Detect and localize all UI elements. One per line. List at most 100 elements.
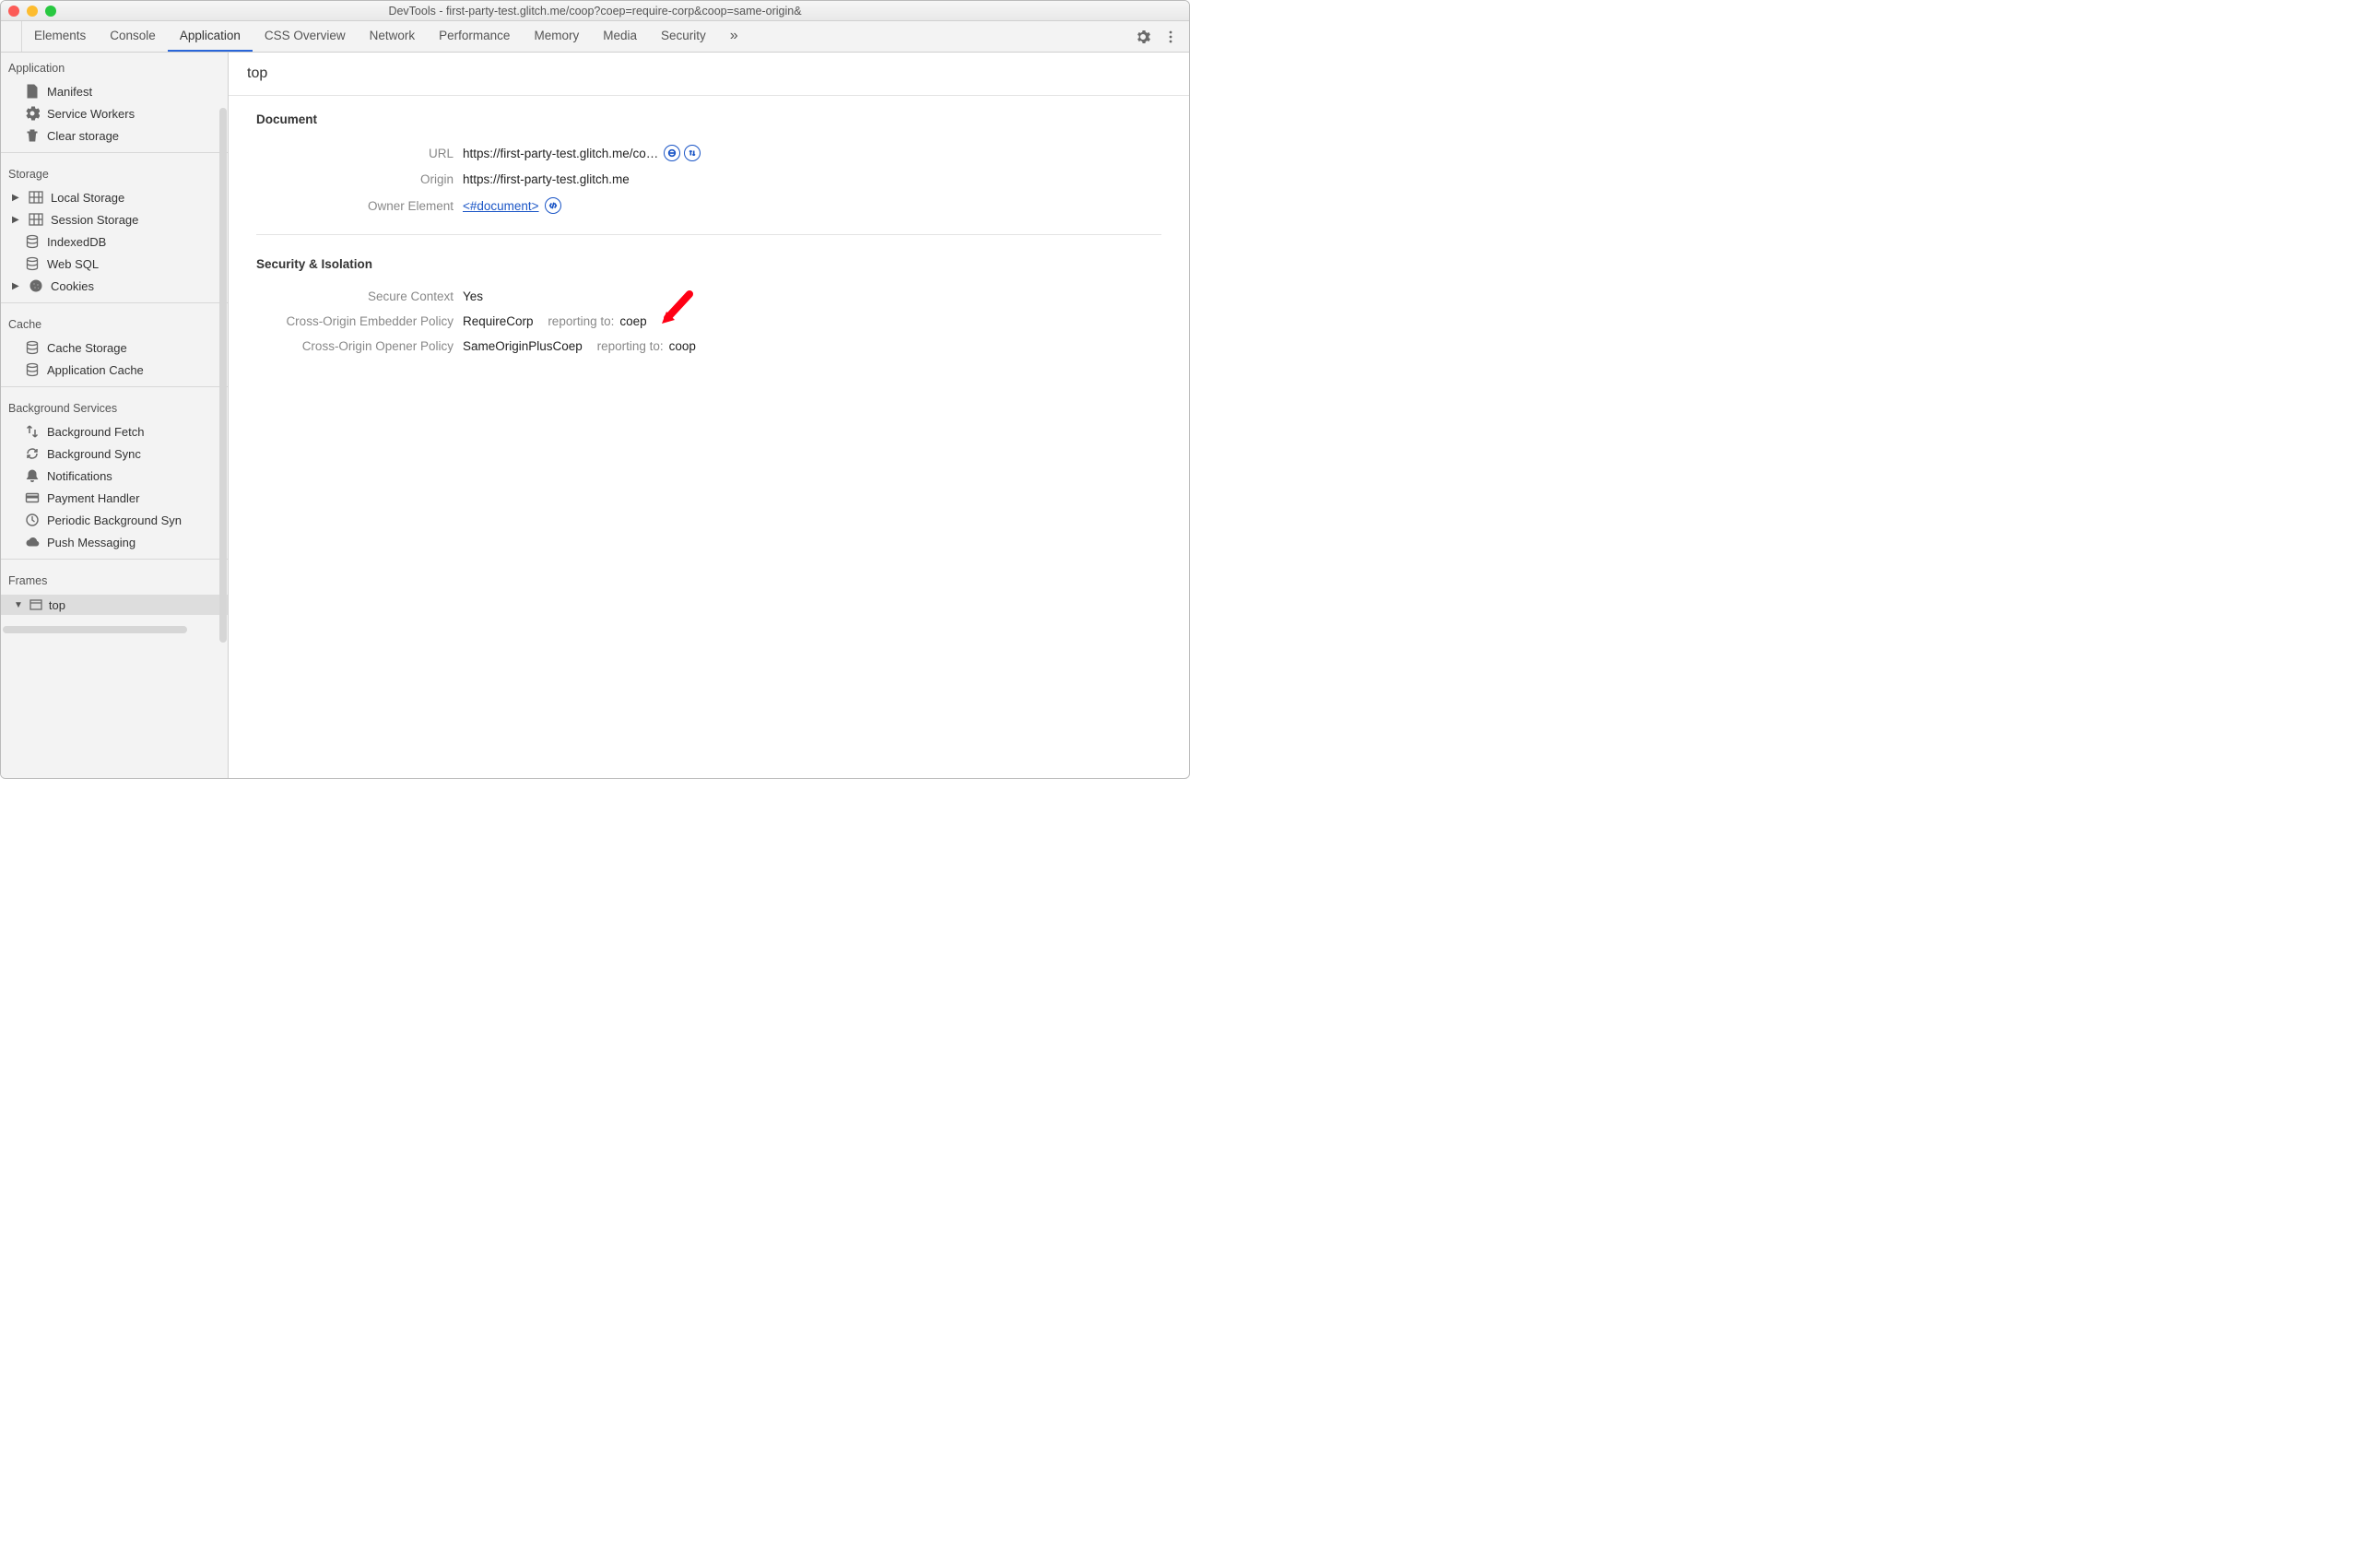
label-origin: Origin <box>256 172 454 186</box>
section-document: Document URL https://first-party-test.gl… <box>229 96 1189 229</box>
section-title-security: Security & Isolation <box>256 257 1161 271</box>
database-icon <box>25 256 40 271</box>
settings-button[interactable] <box>1136 30 1150 44</box>
sidebar-item-manifest[interactable]: Manifest <box>1 80 228 102</box>
label-coep: Cross-Origin Embedder Policy <box>256 314 454 328</box>
close-window-button[interactable] <box>8 6 19 17</box>
sidebar-item-label: Periodic Background Syn <box>47 513 182 527</box>
sidebar-item-label: Push Messaging <box>47 536 135 549</box>
value-coep: RequireCorp <box>463 314 534 328</box>
network-arrows-icon[interactable] <box>684 145 701 161</box>
clock-icon <box>25 513 40 527</box>
coop-reporting-value: coop <box>669 339 696 353</box>
sidebar-item-periodic-background-sync[interactable]: Periodic Background Syn <box>1 509 228 531</box>
copy-url-icon[interactable] <box>664 145 680 161</box>
sidebar-item-label: Notifications <box>47 469 112 483</box>
sync-icon <box>25 446 40 461</box>
sidebar-item-payment-handler[interactable]: Payment Handler <box>1 487 228 509</box>
cookie-icon <box>29 278 43 293</box>
sidebar-item-clear-storage[interactable]: Clear storage <box>1 124 228 147</box>
traffic-lights <box>8 6 56 17</box>
sidebar-item-label: Background Fetch <box>47 425 145 439</box>
sidebar-item-label: Payment Handler <box>47 491 139 505</box>
sidebar-item-notifications[interactable]: Notifications <box>1 465 228 487</box>
coep-reporting-prefix: reporting to: <box>548 314 614 328</box>
tab-console[interactable]: Console <box>98 21 168 52</box>
grid-icon <box>29 190 43 205</box>
sidebar-item-label: Cache Storage <box>47 341 127 355</box>
devtools-window: DevTools - first-party-test.glitch.me/co… <box>0 0 1190 779</box>
value-url: https://first-party-test.glitch.me/co… <box>463 147 658 160</box>
sidebar-item-label: Cookies <box>51 279 94 293</box>
label-coop: Cross-Origin Opener Policy <box>256 339 454 353</box>
sidebar-item-background-fetch[interactable]: Background Fetch <box>1 420 228 443</box>
titlebar: DevTools - first-party-test.glitch.me/co… <box>1 1 1189 21</box>
owner-element-link[interactable]: <#document> <box>463 199 539 213</box>
sidebar-item-label: Service Workers <box>47 107 135 121</box>
tab-elements[interactable]: Elements <box>22 21 98 52</box>
top-tabbar: Elements Console Application CSS Overvie… <box>1 21 1189 53</box>
sidebar-item-label: Local Storage <box>51 191 124 205</box>
caret-right-icon: ▶ <box>12 193 21 203</box>
card-icon <box>25 490 40 505</box>
panel-tabs: Elements Console Application CSS Overvie… <box>22 21 750 52</box>
caret-right-icon: ▶ <box>12 281 21 291</box>
tab-css-overview[interactable]: CSS Overview <box>253 21 358 52</box>
caret-right-icon: ▶ <box>12 215 21 225</box>
database-icon <box>25 362 40 377</box>
group-cache: Cache <box>1 309 228 336</box>
frame-icon <box>29 597 43 612</box>
sidebar-item-local-storage[interactable]: ▶ Local Storage <box>1 186 228 208</box>
section-security-isolation: Security & Isolation Secure Context Yes … <box>229 241 1189 368</box>
value-origin: https://first-party-test.glitch.me <box>463 172 630 186</box>
sidebar-item-background-sync[interactable]: Background Sync <box>1 443 228 465</box>
page-title: top <box>229 53 1189 96</box>
sidebar-item-label: Application Cache <box>47 363 144 377</box>
sidebar-hscroll[interactable] <box>1 624 228 635</box>
sidebar-item-label: Web SQL <box>47 257 99 271</box>
sidebar-item-session-storage[interactable]: ▶ Session Storage <box>1 208 228 230</box>
sidebar-item-indexeddb[interactable]: IndexedDB <box>1 230 228 253</box>
tab-memory[interactable]: Memory <box>522 21 591 52</box>
label-secure-context: Secure Context <box>256 289 454 303</box>
sidebar-item-application-cache[interactable]: Application Cache <box>1 359 228 381</box>
sidebar-item-cache-storage[interactable]: Cache Storage <box>1 336 228 359</box>
section-title-document: Document <box>256 112 1161 126</box>
more-options-button[interactable] <box>1163 30 1178 44</box>
zoom-window-button[interactable] <box>45 6 56 17</box>
coop-reporting-prefix: reporting to: <box>597 339 664 353</box>
sidebar-item-label: Clear storage <box>47 129 119 143</box>
sidebar-item-service-workers[interactable]: Service Workers <box>1 102 228 124</box>
sidebar-item-label: Session Storage <box>51 213 138 227</box>
reveal-in-elements-icon[interactable] <box>545 197 561 214</box>
tab-performance[interactable]: Performance <box>427 21 522 52</box>
sidebar-item-web-sql[interactable]: Web SQL <box>1 253 228 275</box>
updown-icon <box>25 424 40 439</box>
group-frames: Frames <box>1 565 228 593</box>
file-icon <box>25 84 40 99</box>
sidebar-item-cookies[interactable]: ▶ Cookies <box>1 275 228 297</box>
application-sidebar: Application Manifest Service Workers Cle… <box>1 53 229 778</box>
frame-tree-top[interactable]: ▼ top <box>1 595 228 615</box>
bell-icon <box>25 468 40 483</box>
tab-security[interactable]: Security <box>649 21 718 52</box>
database-icon <box>25 234 40 249</box>
sidebar-item-label: Manifest <box>47 85 92 99</box>
group-background-services: Background Services <box>1 393 228 420</box>
grid-icon <box>29 212 43 227</box>
tab-application[interactable]: Application <box>168 21 253 52</box>
minimize-window-button[interactable] <box>27 6 38 17</box>
frame-label: top <box>49 598 65 612</box>
sidebar-scrollbar[interactable] <box>219 108 227 643</box>
window-title: DevTools - first-party-test.glitch.me/co… <box>1 5 1189 18</box>
caret-down-icon: ▼ <box>14 600 23 610</box>
tab-network[interactable]: Network <box>358 21 428 52</box>
gear-icon <box>25 106 40 121</box>
tab-media[interactable]: Media <box>591 21 649 52</box>
value-coop: SameOriginPlusCoep <box>463 339 583 353</box>
sidebar-item-push-messaging[interactable]: Push Messaging <box>1 531 228 553</box>
sidebar-item-label: Background Sync <box>47 447 141 461</box>
group-storage: Storage <box>1 159 228 186</box>
sidebar-item-label: IndexedDB <box>47 235 106 249</box>
more-tabs-button[interactable]: » <box>718 21 750 52</box>
